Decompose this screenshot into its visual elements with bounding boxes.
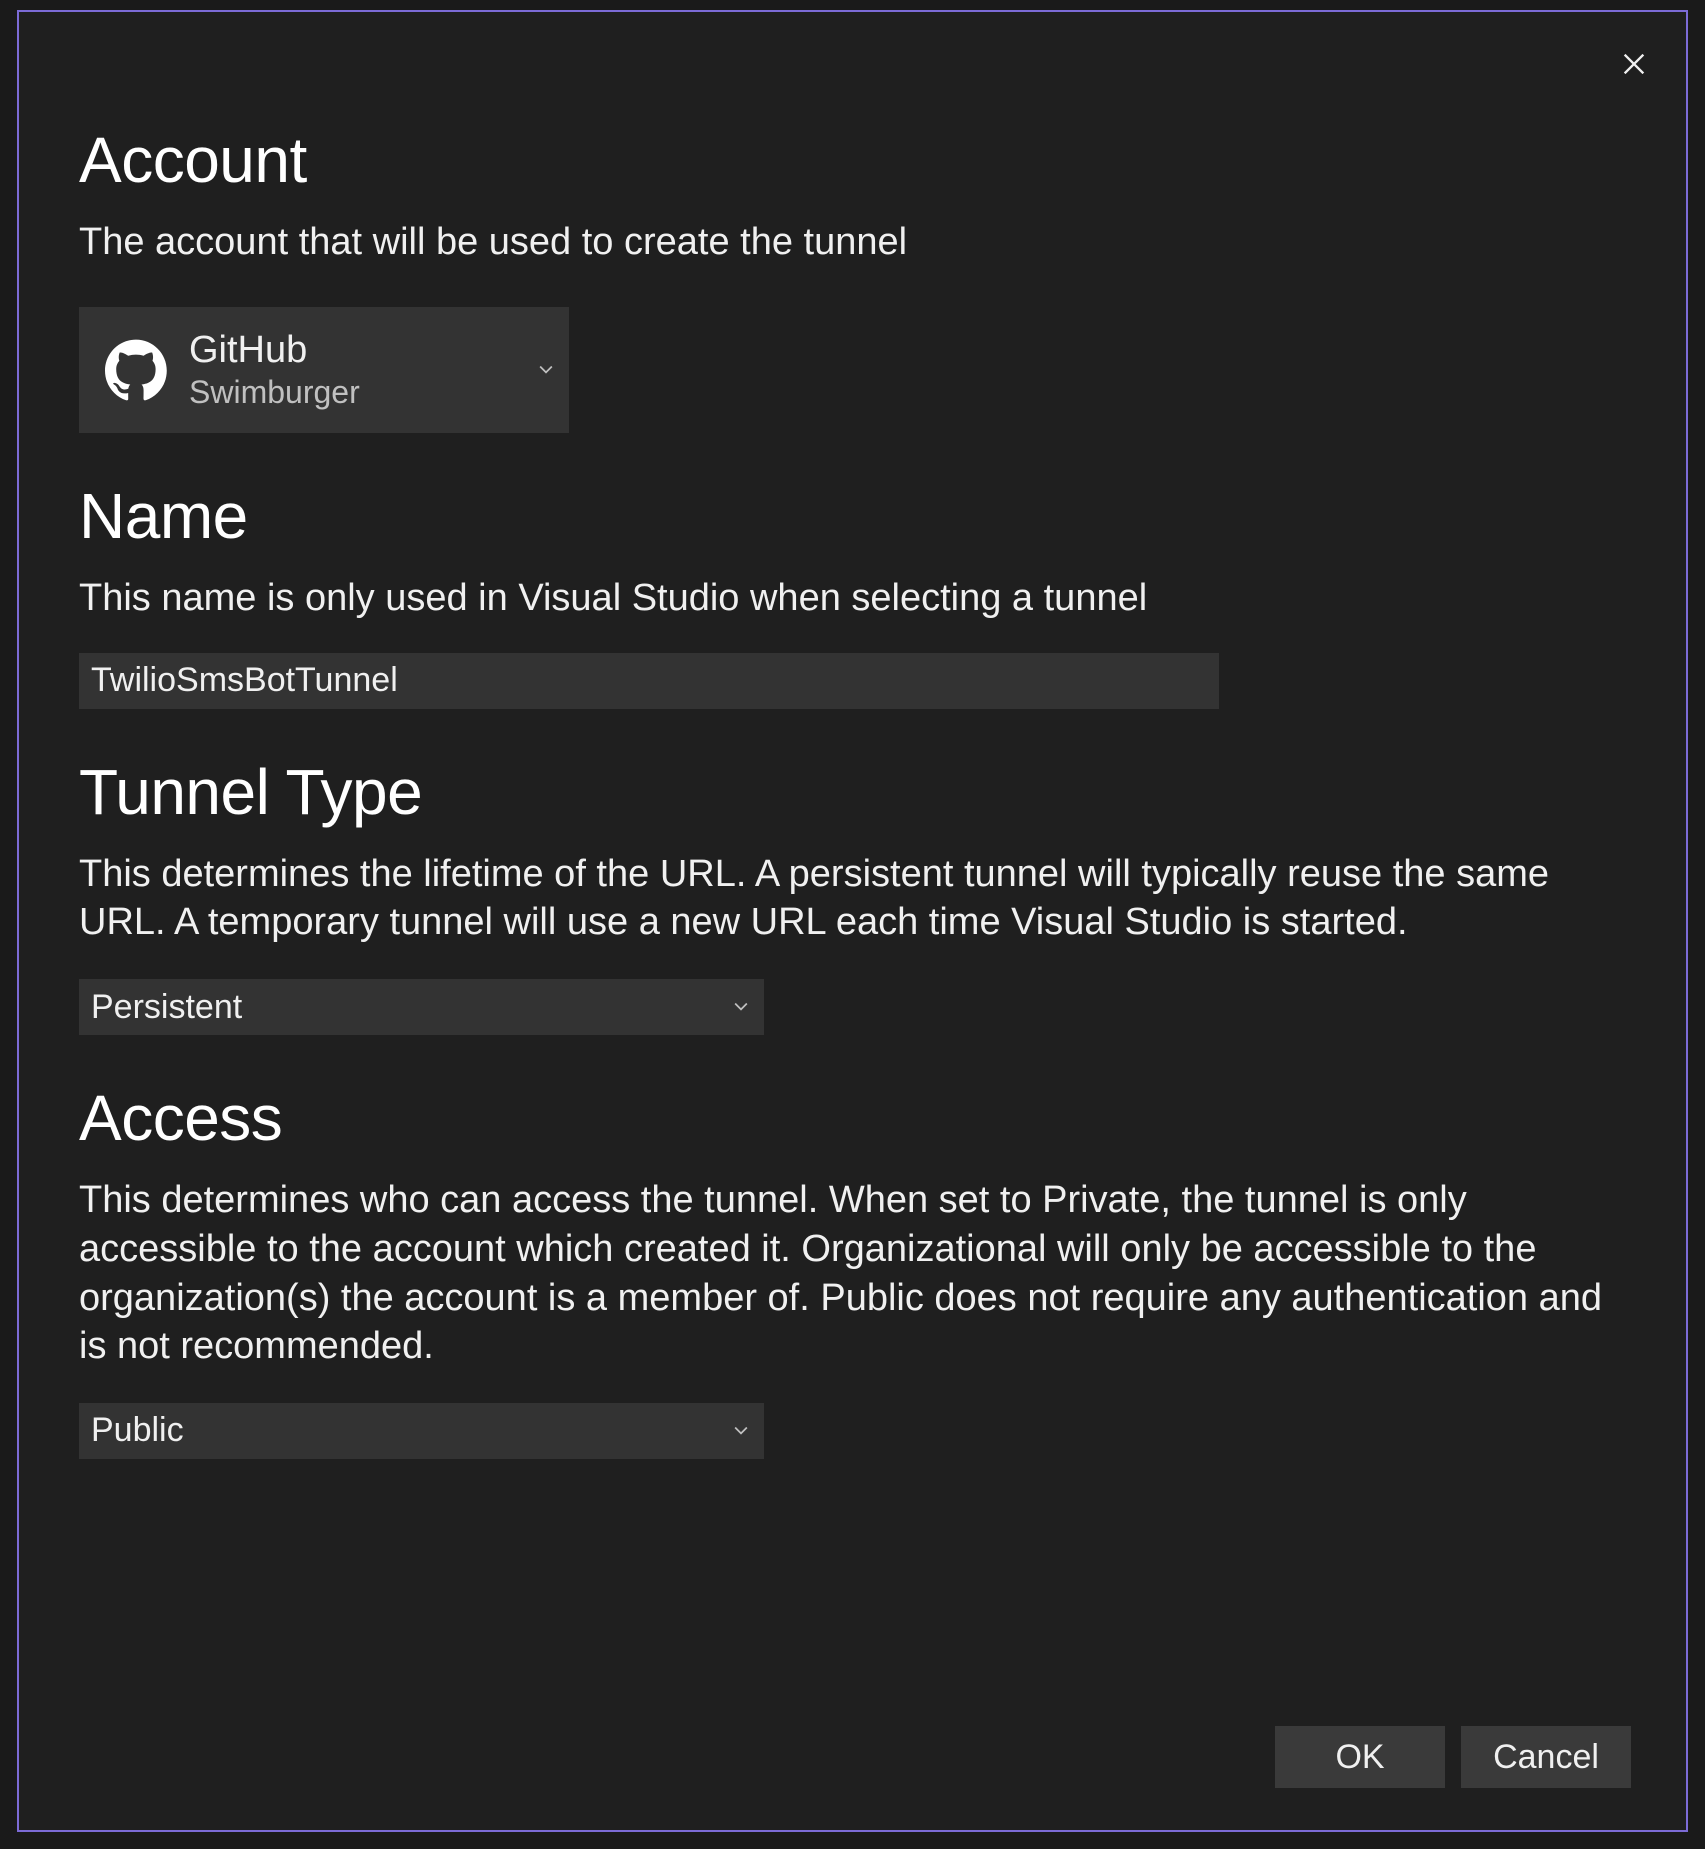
account-text: GitHub Swimburger <box>189 329 547 411</box>
account-section: Account The account that will be used to… <box>79 127 1626 433</box>
close-button[interactable] <box>1614 44 1654 84</box>
tunnel-type-section: Tunnel Type This determines the lifetime… <box>79 759 1626 1035</box>
name-description: This name is only used in Visual Studio … <box>79 574 1626 623</box>
cancel-button[interactable]: Cancel <box>1461 1726 1631 1788</box>
access-description: This determines who can access the tunne… <box>79 1176 1626 1371</box>
tunnel-type-title: Tunnel Type <box>79 759 1626 826</box>
name-section: Name This name is only used in Visual St… <box>79 483 1626 709</box>
ok-button[interactable]: OK <box>1275 1726 1445 1788</box>
dialog-buttons: OK Cancel <box>1275 1726 1631 1788</box>
account-description: The account that will be used to create … <box>79 218 1626 267</box>
close-icon <box>1620 50 1648 78</box>
account-provider: GitHub <box>189 329 547 373</box>
name-title: Name <box>79 483 1626 550</box>
create-tunnel-dialog: Account The account that will be used to… <box>17 10 1688 1832</box>
access-section: Access This determines who can access th… <box>79 1085 1626 1459</box>
access-title: Access <box>79 1085 1626 1152</box>
account-title: Account <box>79 127 1626 194</box>
account-selector[interactable]: GitHub Swimburger <box>79 307 569 433</box>
account-username: Swimburger <box>189 374 547 411</box>
chevron-down-icon <box>734 1002 748 1012</box>
tunnel-type-value: Persistent <box>91 988 744 1027</box>
access-value: Public <box>91 1411 744 1450</box>
tunnel-type-description: This determines the lifetime of the URL.… <box>79 850 1626 947</box>
tunnel-name-input[interactable] <box>79 653 1219 709</box>
chevron-down-icon <box>539 365 553 375</box>
access-select[interactable]: Public <box>79 1403 764 1459</box>
github-icon <box>105 339 167 401</box>
tunnel-type-select[interactable]: Persistent <box>79 979 764 1035</box>
chevron-down-icon <box>734 1426 748 1436</box>
